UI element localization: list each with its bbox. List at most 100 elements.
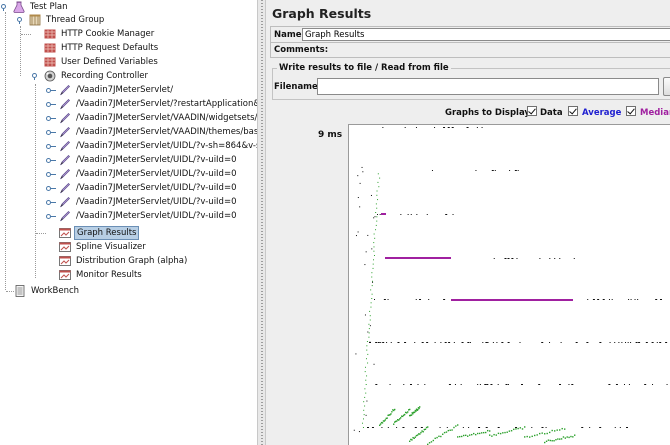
tree-item-sampler[interactable]: /Vaadin7JMeterServlet/UIDL/?v-uiId=0 (46, 209, 239, 223)
tree-item-label: /Vaadin7JMeterServlet/UIDL/?v-uiId=0 (76, 211, 237, 221)
deviation-point (469, 434, 471, 436)
data-point (476, 127, 478, 128)
data-point (477, 384, 479, 385)
tree-item-spline-visualizer[interactable]: Spline Visualizer (46, 240, 148, 254)
deviation-point (559, 429, 561, 431)
tree-item-sampler[interactable]: /Vaadin7JMeterServlet/UIDL/?v-sh=864&v-s… (46, 139, 257, 153)
data-checkbox[interactable] (527, 106, 537, 116)
tree-item-sampler[interactable]: /Vaadin7JMeterServlet/UIDL/?v-uiId=0 (46, 195, 239, 209)
deviation-point (381, 422, 384, 424)
deviation-point (491, 435, 493, 437)
deviation-point (473, 432, 475, 435)
deviation-point (419, 433, 421, 435)
data-point (581, 427, 584, 428)
tree-item-sampler[interactable]: /Vaadin7JMeterServlet/UIDL/?v-uiId=0 (46, 153, 239, 167)
data-point (638, 342, 641, 343)
tree-item-http-request-defaults[interactable]: HTTP Request Defaults (31, 41, 160, 55)
tree-item-label: Spline Visualizer (76, 242, 146, 252)
deviation-point (568, 436, 570, 439)
collapse-toggle-icon[interactable] (46, 157, 56, 164)
tree-item-sampler[interactable]: /Vaadin7JMeterServlet/?restartApplicatio… (46, 97, 257, 111)
collapse-toggle-icon[interactable] (46, 199, 56, 206)
tree-item-sampler[interactable]: /Vaadin7JMeterServlet/UIDL/?v-uiId=0 (46, 167, 239, 181)
deviation-point (375, 224, 377, 226)
tree-item-sampler[interactable]: /Vaadin7JMeterServlet/VAADIN/widgetsets/… (46, 111, 257, 125)
data-point (599, 342, 602, 343)
median-checkbox[interactable] (626, 106, 636, 116)
collapse-toggle-icon[interactable] (46, 87, 56, 94)
tree-item-label: /Vaadin7JMeterServlet/VAADIN/themes/base… (76, 127, 257, 137)
collapse-toggle-icon[interactable] (46, 115, 56, 122)
collapse-toggle-icon[interactable] (46, 101, 56, 108)
tree-item-sampler[interactable]: /Vaadin7JMeterServlet/UIDL/?v-uiId=0 (46, 181, 239, 195)
deviation-point (373, 250, 375, 252)
tree-item-recording-controller[interactable]: Recording Controller (31, 69, 150, 83)
deviation-point (371, 293, 373, 295)
deviation-point (371, 285, 373, 287)
deviation-point (483, 431, 485, 434)
tree-item-user-defined-variables[interactable]: User Defined Variables (31, 55, 160, 69)
sampler-icon (59, 210, 71, 222)
deviation-point (404, 413, 406, 416)
expand-toggle-icon[interactable] (31, 72, 38, 80)
filename-field[interactable] (317, 78, 659, 95)
deviation-point (549, 431, 551, 434)
tree-item-graph-results[interactable]: Graph Results (36, 226, 140, 240)
name-field[interactable] (302, 28, 670, 41)
data-point (635, 342, 638, 343)
data-point (462, 427, 464, 428)
deviation-point (554, 430, 556, 432)
tree-item-workbench[interactable]: WorkBench (0, 284, 81, 298)
data-point (426, 342, 429, 343)
comments-row[interactable]: Comments: (270, 43, 670, 58)
deviation-point (506, 431, 508, 433)
deviation-point (367, 353, 369, 355)
data-point (575, 342, 578, 343)
listener-icon (59, 227, 71, 239)
tree-item-distribution-graph[interactable]: Distribution Graph (alpha) (46, 254, 189, 268)
collapse-toggle-icon[interactable] (46, 185, 56, 192)
deviation-point (366, 345, 368, 347)
data-point (628, 384, 630, 385)
tree-item-test-plan[interactable]: Test Plan (0, 0, 70, 14)
data-point (515, 427, 518, 428)
data-point (531, 427, 533, 428)
browse-button[interactable]: B (663, 77, 670, 96)
collapse-toggle-icon[interactable] (46, 143, 56, 150)
data-point (665, 342, 668, 343)
tree-item-sampler[interactable]: /Vaadin7JMeterServlet/ (46, 83, 175, 97)
tree-item-monitor-results[interactable]: Monitor Results (46, 268, 144, 282)
data-point (448, 384, 451, 385)
data-point (467, 342, 470, 343)
collapse-toggle-icon[interactable] (46, 213, 56, 220)
tree-item-http-cookie-manager[interactable]: HTTP Cookie Manager (21, 27, 156, 41)
average-checkbox[interactable] (568, 106, 578, 116)
data-point (372, 281, 374, 283)
data-point (440, 342, 442, 343)
deviation-point (376, 190, 378, 192)
deviation-point (427, 426, 429, 428)
deviation-point (418, 407, 420, 410)
tree-item-thread-group[interactable]: Thread Group (16, 13, 106, 27)
data-point (656, 342, 658, 343)
deviation-point (411, 439, 413, 441)
sampler-icon (59, 140, 71, 152)
data-point (416, 214, 418, 215)
collapse-toggle-icon[interactable] (46, 171, 56, 178)
data-point (549, 258, 551, 259)
tree-item-sampler[interactable]: /Vaadin7JMeterServlet/VAADIN/themes/base… (46, 125, 257, 139)
deviation-point (566, 436, 568, 438)
expand-toggle-icon[interactable] (0, 3, 7, 11)
data-point (357, 197, 359, 199)
data-point (461, 342, 464, 343)
test-plan-tree[interactable]: Test Plan Thread Group HTTP Cookie Manag… (0, 0, 257, 445)
page-title: Graph Results (272, 6, 372, 21)
split-pane-divider[interactable] (257, 0, 266, 445)
data-point (390, 342, 392, 343)
deviation-point (373, 233, 375, 235)
deviation-point (366, 375, 368, 377)
data-point (414, 342, 416, 343)
data-point (377, 214, 378, 215)
expand-toggle-icon[interactable] (16, 16, 23, 24)
collapse-toggle-icon[interactable] (46, 129, 56, 136)
